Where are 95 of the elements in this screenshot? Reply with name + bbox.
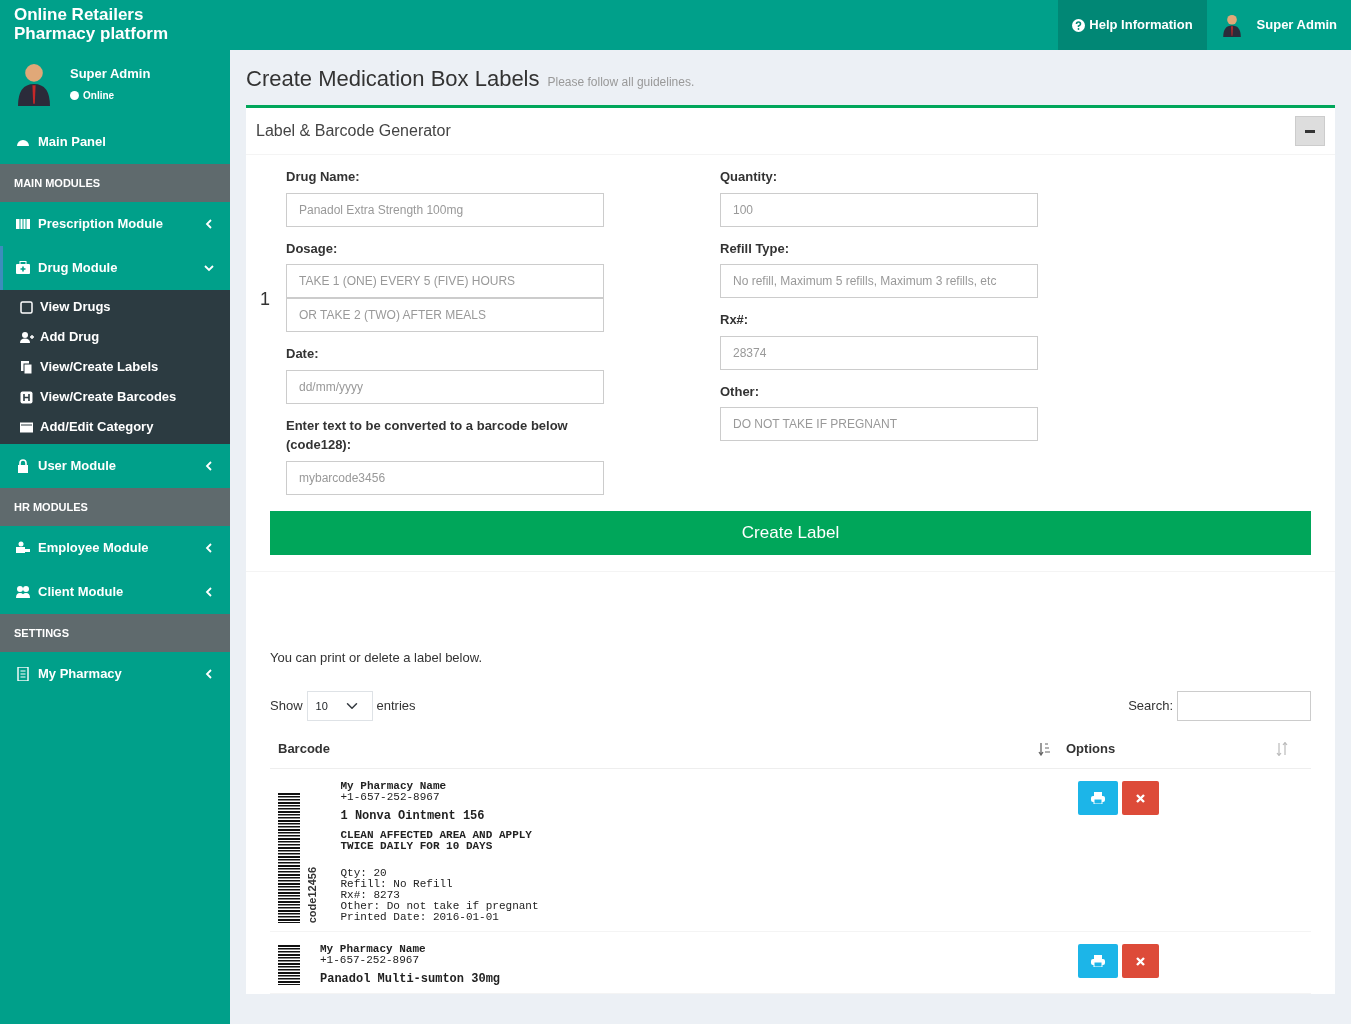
submenu-item[interactable]: Add/Edit Category	[0, 412, 230, 442]
label-text: My Pharmacy Name	[320, 944, 427, 955]
sort-ascending-icon	[1038, 741, 1050, 756]
barcode-text: code12456	[305, 866, 319, 923]
print-icon	[1091, 792, 1105, 804]
help-button[interactable]: Help Information	[1058, 0, 1207, 50]
chevron-left-icon	[204, 543, 214, 553]
field-label: Refill Type:	[720, 239, 791, 258]
submenu-item[interactable]: View/Create Labels	[0, 352, 230, 382]
input-field[interactable]: Panadol Extra Strength 100mg	[286, 192, 604, 227]
hospital-sign-icon	[20, 390, 34, 404]
input-field[interactable]: TAKE 1 (ONE) EVERY 5 (FIVE) HOURS	[286, 264, 604, 298]
label-text: Printed Date: 2016-01-01	[340, 912, 500, 923]
field-label: Other:	[720, 382, 760, 401]
label-text: Other: Do not take if pregnant	[340, 901, 539, 912]
help-icon	[1072, 18, 1086, 32]
section-header: HR MODULES	[0, 488, 230, 526]
input-field[interactable]: 28374	[720, 335, 1038, 370]
sidebar-item[interactable]: Client Module	[0, 570, 230, 614]
info-text: You can print or delete a label below.	[270, 648, 483, 667]
brand-title: Online Retailers Pharmacy platform	[13, 4, 169, 45]
lock-icon	[16, 459, 30, 473]
card-icon	[20, 420, 34, 434]
user-name: Super Admin	[70, 65, 151, 83]
field-label: Quantity:	[720, 168, 779, 186]
page-size-select[interactable]: 10	[306, 691, 373, 721]
sidebar-item[interactable]: Employee Module	[0, 526, 230, 570]
print-icon	[1091, 955, 1105, 967]
column-header[interactable]: Barcode	[278, 738, 1048, 759]
search-label: Search:	[1128, 697, 1173, 716]
close-icon	[1136, 956, 1145, 966]
field-label: Date:	[286, 345, 320, 363]
input-field[interactable]: dd/mm/yyyy	[286, 369, 604, 404]
chevron-left-icon	[204, 669, 214, 679]
sidebar-item[interactable]: Main Panel	[0, 120, 230, 164]
document-icon	[16, 667, 30, 681]
column-header[interactable]: Options	[1066, 738, 1276, 759]
submenu-item[interactable]: View Drugs	[0, 292, 230, 322]
input-field[interactable]: 100	[720, 192, 1038, 227]
print-button[interactable]	[1078, 944, 1118, 978]
barcode-drawing	[278, 945, 300, 985]
chevron-left-icon	[204, 461, 214, 471]
grid-icon	[16, 217, 30, 231]
label-text: Panadol Multi-sumton 30mg	[320, 974, 501, 985]
input-field[interactable]: No refill, Maximum 5 refills, Maximum 3 refills, etc	[720, 264, 1038, 298]
step-number: 1	[260, 288, 270, 311]
label-text: +1-657-252-8967	[320, 955, 421, 966]
submenu-item[interactable]: Add Drug	[0, 322, 230, 352]
close-icon	[1136, 793, 1145, 803]
sort-icon	[1276, 741, 1288, 756]
square-icon	[20, 300, 34, 314]
field-label: Dosage:	[286, 239, 339, 258]
sidebar-item[interactable]: My Pharmacy	[0, 652, 230, 696]
create-label-button[interactable]: Create Label	[270, 510, 1311, 555]
minus-icon	[1305, 129, 1315, 133]
delete-button[interactable]	[1122, 781, 1159, 815]
section-header: MAIN MODULES	[0, 164, 230, 202]
label-text: Qty: 20	[340, 868, 388, 879]
label-text: CLEAN AFFECTED AREA AND APPLY	[340, 830, 533, 841]
sidebar-item[interactable]: User Module	[0, 444, 230, 488]
label-text: Rx#: 8273	[340, 890, 401, 901]
avatar-icon	[1220, 13, 1243, 37]
chevron-down-icon	[204, 263, 214, 273]
input-field[interactable]: mybarcode3456	[286, 460, 604, 495]
files-icon	[20, 360, 34, 374]
panel-title: Label & Barcode Generator	[256, 121, 451, 141]
medkit-icon	[16, 261, 30, 275]
status-text: Online	[83, 88, 115, 103]
user-plus-icon	[20, 330, 34, 344]
print-button[interactable]	[1078, 781, 1118, 815]
section-header: SETTINGS	[0, 614, 230, 652]
collapse-button[interactable]	[1295, 116, 1325, 146]
label-text: My Pharmacy Name	[340, 781, 448, 792]
label-text: Refill: No Refill	[340, 879, 454, 890]
chevron-left-icon	[204, 587, 214, 597]
submenu-item[interactable]: View/Create Barcodes	[0, 382, 230, 412]
label-text: +1-657-252-8967	[340, 792, 441, 803]
entries-label: entries	[376, 697, 416, 716]
page-title: Create Medication Box Labels	[246, 65, 540, 93]
field-label: Rx#:	[720, 311, 750, 329]
field-label: Enter text to be converted to a barcode below (code128):	[286, 416, 569, 454]
show-label: Show	[270, 697, 303, 716]
label-text: TWICE DAILY FOR 10 DAYS	[340, 841, 494, 852]
chevron-left-icon	[204, 219, 214, 229]
user-menu[interactable]: Super Admin	[1206, 0, 1351, 50]
users-icon	[16, 585, 30, 599]
sidebar-item[interactable]: Prescription Module	[0, 202, 230, 246]
input-field[interactable]: OR TAKE 2 (TWO) AFTER MEALS	[286, 298, 604, 332]
input-field[interactable]: DO NOT TAKE IF PREGNANT	[720, 407, 1038, 441]
field-label: Drug Name:	[286, 168, 361, 186]
status-dot-icon	[70, 90, 79, 100]
page-subtitle: Please follow all guidelines.	[547, 74, 695, 91]
search-field[interactable]	[1177, 691, 1311, 721]
label-text: 1 Nonva Ointment 156	[340, 811, 486, 822]
delete-button[interactable]	[1122, 944, 1159, 978]
